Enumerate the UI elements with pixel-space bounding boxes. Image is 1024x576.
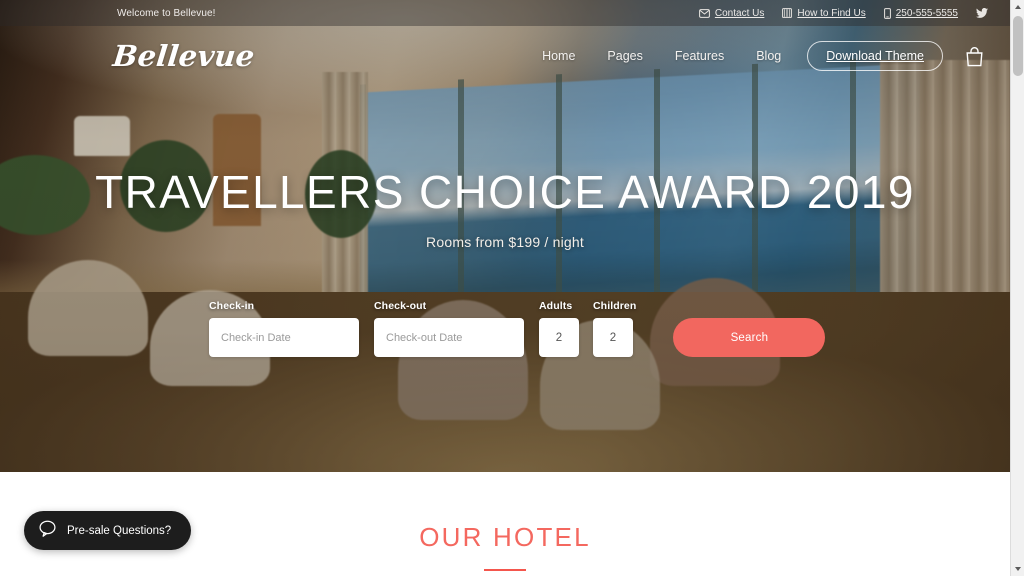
children-label: Children: [593, 300, 637, 312]
nav-item-features[interactable]: Features: [659, 49, 740, 63]
checkout-field-group: Check-out: [374, 300, 524, 357]
topbar-link-phone[interactable]: 250-555-5555: [883, 7, 958, 19]
checkin-field-group: Check-in: [209, 300, 359, 357]
main-navbar: Bellevue Home Pages Features Blog Downlo…: [0, 26, 1010, 86]
map-book-icon: [782, 8, 793, 18]
topbar-link-label: 250-555-5555: [895, 7, 958, 19]
adults-field-group: Adults: [539, 300, 579, 357]
checkin-date-input[interactable]: [209, 318, 359, 357]
nav-item-blog[interactable]: Blog: [740, 49, 797, 63]
topbar-link-label: Contact Us: [714, 7, 765, 19]
children-count-input[interactable]: [593, 318, 633, 357]
shopping-bag-icon[interactable]: [965, 46, 984, 67]
checkin-label: Check-in: [209, 300, 255, 312]
section-divider: [484, 569, 526, 571]
nav-item-home[interactable]: Home: [526, 49, 591, 63]
adults-count-input[interactable]: [539, 318, 579, 357]
twitter-bird-icon: [976, 8, 988, 18]
browser-page: Welcome to Bellevue! Contact Us How to F…: [0, 0, 1024, 576]
hero-subheadline: Rooms from $199 / night: [426, 233, 584, 250]
topbar-link-label: How to Find Us: [797, 7, 866, 19]
page-scrollbar[interactable]: [1010, 0, 1024, 576]
top-bar-links: Contact Us How to Find Us 250-555-5555: [698, 7, 988, 19]
scroll-up-arrow-icon[interactable]: [1011, 0, 1024, 14]
presale-widget-label: Pre-sale Questions?: [67, 524, 172, 537]
top-utility-bar: Welcome to Bellevue! Contact Us How to F…: [0, 0, 1010, 26]
booking-search-form: Check-in Check-out Adults Children Searc…: [209, 300, 826, 357]
download-theme-button[interactable]: Download Theme: [807, 41, 943, 71]
page-viewport: Welcome to Bellevue! Contact Us How to F…: [0, 0, 1010, 576]
presale-questions-widget[interactable]: Pre-sale Questions?: [24, 511, 192, 550]
hero-headline: TRAVELLERS CHOICE AWARD 2019: [95, 166, 915, 218]
envelope-icon: [698, 8, 710, 18]
topbar-link-contact-us[interactable]: Contact Us: [698, 7, 765, 19]
twitter-icon[interactable]: [976, 8, 988, 18]
hero-section: Welcome to Bellevue! Contact Us How to F…: [0, 0, 1010, 472]
scroll-down-arrow-icon[interactable]: [1011, 562, 1024, 576]
topbar-link-how-to-find-us[interactable]: How to Find Us: [782, 7, 866, 19]
scrollbar-thumb[interactable]: [1013, 16, 1023, 76]
adults-label: Adults: [539, 300, 573, 312]
phone-icon: [883, 7, 891, 19]
nav-item-pages[interactable]: Pages: [591, 49, 658, 63]
chat-bubble-icon: [38, 519, 57, 543]
search-button[interactable]: Search: [673, 318, 826, 357]
hero-copy: TRAVELLERS CHOICE AWARD 2019 Rooms from …: [0, 166, 1010, 250]
children-field-group: Children: [593, 300, 636, 357]
welcome-text: Welcome to Bellevue!: [117, 7, 216, 19]
checkout-date-input[interactable]: [374, 318, 524, 357]
site-logo[interactable]: Bellevue: [111, 39, 256, 73]
primary-nav: Home Pages Features Blog Download Theme: [526, 41, 984, 71]
checkout-label: Check-out: [374, 300, 427, 312]
